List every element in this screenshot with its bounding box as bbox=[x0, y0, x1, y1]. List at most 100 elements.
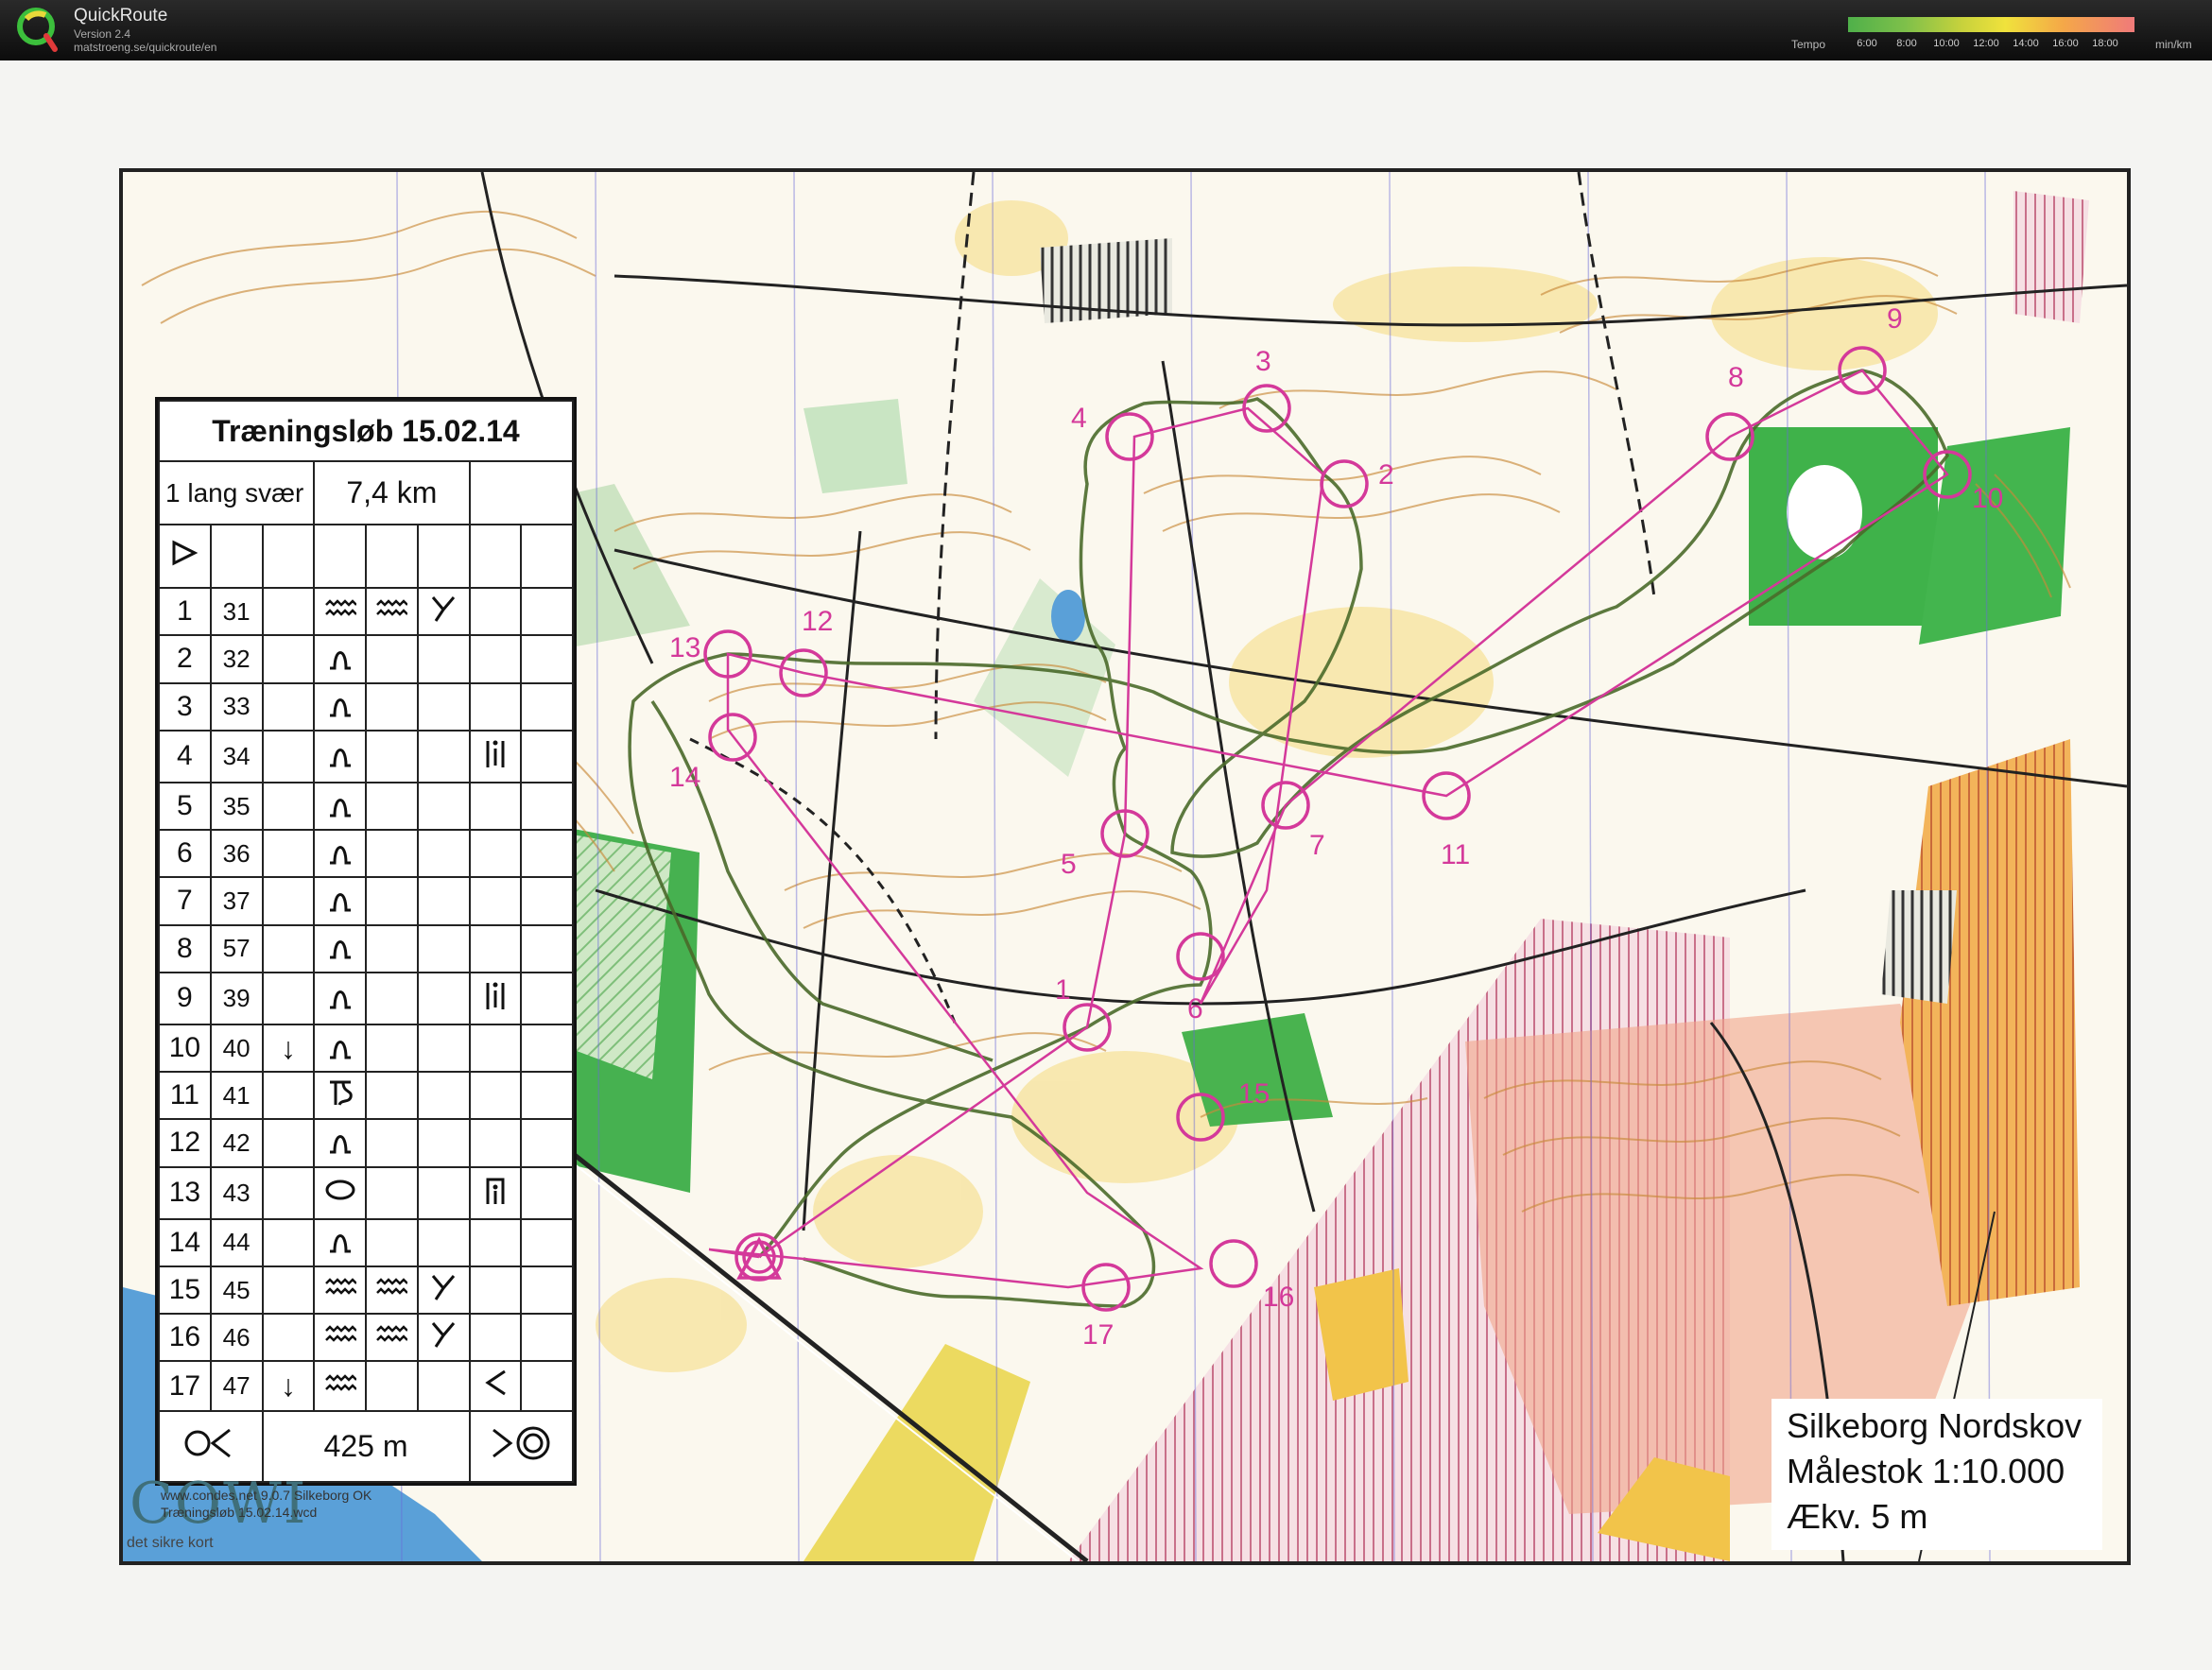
area-name: Silkeborg Nordskov bbox=[1787, 1406, 2082, 1445]
control-code: 57 bbox=[209, 923, 264, 973]
control-extra bbox=[520, 1313, 574, 1363]
control-number: 3 bbox=[158, 681, 212, 732]
control-row-13: 13 43 bbox=[158, 1165, 574, 1220]
control-direction bbox=[261, 829, 316, 879]
control-extra bbox=[520, 782, 574, 832]
control-extra bbox=[520, 876, 574, 926]
control-feature-3 bbox=[416, 1360, 471, 1413]
control-direction bbox=[261, 634, 316, 684]
control-extra bbox=[520, 1071, 574, 1121]
control-feature-3 bbox=[416, 1071, 471, 1121]
control-direction bbox=[261, 971, 316, 1026]
control-location bbox=[468, 681, 523, 732]
course-length: 7,4 km bbox=[313, 460, 471, 526]
control-direction bbox=[261, 1217, 316, 1268]
control-code: 44 bbox=[209, 1217, 264, 1268]
control-location bbox=[468, 1118, 523, 1168]
control-label-15: 15 bbox=[1238, 1078, 1270, 1110]
quickroute-header: QuickRoute Version 2.4 matstroeng.se/qui… bbox=[0, 0, 2212, 60]
fork-symbol-icon bbox=[416, 1265, 471, 1316]
oval-symbol-icon bbox=[313, 1165, 367, 1220]
control-label-9: 9 bbox=[1887, 303, 1903, 335]
control-direction bbox=[261, 1313, 316, 1363]
control-label-2: 2 bbox=[1378, 459, 1394, 491]
control-label-8: 8 bbox=[1728, 362, 1744, 393]
control-location bbox=[468, 1313, 523, 1363]
knoll-symbol-icon bbox=[313, 729, 367, 784]
knoll-symbol-icon bbox=[313, 876, 367, 926]
credit-line-1: www.condes.net 9.0.7 Silkeborg OK bbox=[161, 1488, 372, 1503]
control-code: 34 bbox=[209, 729, 264, 784]
app-title[interactable]: QuickRoute bbox=[74, 6, 167, 26]
control-code: 31 bbox=[209, 587, 264, 637]
control-extra bbox=[520, 587, 574, 637]
finish-circle-icon bbox=[468, 1410, 574, 1483]
wavy-symbol-icon bbox=[365, 587, 419, 637]
wavy-symbol-icon bbox=[313, 587, 367, 637]
control-feature-2 bbox=[365, 923, 419, 973]
control-feature-2 bbox=[365, 1071, 419, 1121]
control-label-4: 4 bbox=[1071, 403, 1087, 434]
control-number: 17 bbox=[158, 1360, 212, 1413]
control-code: 40 bbox=[209, 1024, 264, 1074]
wavy-symbol-icon bbox=[365, 1265, 419, 1316]
tempo-ticks: 6:00 8:00 10:00 12:00 14:00 16:00 18:00 bbox=[1848, 38, 2134, 51]
control-label-17: 17 bbox=[1082, 1319, 1114, 1351]
control-direction bbox=[261, 729, 316, 784]
control-feature-2 bbox=[365, 634, 419, 684]
knoll-symbol-icon bbox=[313, 1217, 367, 1268]
control-extra bbox=[520, 681, 574, 732]
control-extra bbox=[520, 829, 574, 879]
control-extra bbox=[520, 1265, 574, 1316]
control-number: 10 bbox=[158, 1024, 212, 1074]
control-feature-2 bbox=[365, 1360, 419, 1413]
knoll-symbol-icon bbox=[313, 1024, 367, 1074]
control-number: 4 bbox=[158, 729, 212, 784]
fork-symbol-icon bbox=[416, 587, 471, 637]
control-row-11: 11 41 bbox=[158, 1071, 574, 1121]
spur-symbol-icon bbox=[313, 1071, 367, 1121]
control-feature-2 bbox=[365, 1118, 419, 1168]
tempo-color-scale bbox=[1848, 17, 2134, 32]
control-direction bbox=[261, 923, 316, 973]
control-number: 13 bbox=[158, 1165, 212, 1220]
control-row-1: 1 31 bbox=[158, 587, 574, 637]
bar-symbol-icon bbox=[468, 971, 523, 1026]
control-direction bbox=[261, 681, 316, 732]
control-label-1: 1 bbox=[1055, 974, 1071, 1006]
control-feature-3 bbox=[416, 729, 471, 784]
wavy-symbol-icon bbox=[313, 1265, 367, 1316]
control-extra bbox=[520, 729, 574, 784]
control-code: 43 bbox=[209, 1165, 264, 1220]
control-direction: ↓ bbox=[261, 1360, 316, 1413]
control-extra bbox=[520, 1165, 574, 1220]
app-url[interactable]: matstroeng.se/quickroute/en bbox=[74, 41, 216, 54]
tempo-label: Tempo bbox=[1791, 38, 1826, 51]
control-row-6: 6 36 bbox=[158, 829, 574, 879]
control-label-16: 16 bbox=[1263, 1282, 1294, 1313]
map-scale: Målestok 1:10.000 bbox=[1787, 1452, 2065, 1490]
control-code: 45 bbox=[209, 1265, 264, 1316]
control-label-11: 11 bbox=[1441, 839, 1470, 870]
control-row-10: 10 40 ↓ bbox=[158, 1024, 574, 1074]
credit-line-2: Træningsløb 15.02.14.wcd bbox=[161, 1505, 318, 1520]
control-direction bbox=[261, 1165, 316, 1220]
wavy-symbol-icon bbox=[313, 1360, 367, 1413]
control-row-14: 14 44 bbox=[158, 1217, 574, 1268]
control-feature-2 bbox=[365, 1217, 419, 1268]
control-feature-3 bbox=[416, 1217, 471, 1268]
control-row-12: 12 42 bbox=[158, 1118, 574, 1168]
control-label-3: 3 bbox=[1255, 346, 1271, 377]
control-location bbox=[468, 587, 523, 637]
control-row-16: 16 46 bbox=[158, 1313, 574, 1363]
control-location bbox=[468, 876, 523, 926]
control-feature-2 bbox=[365, 729, 419, 784]
control-label-12: 12 bbox=[802, 606, 833, 637]
control-code: 32 bbox=[209, 634, 264, 684]
control-feature-3 bbox=[416, 782, 471, 832]
control-feature-2 bbox=[365, 1024, 419, 1074]
control-number: 9 bbox=[158, 971, 212, 1026]
knoll-symbol-icon bbox=[313, 1118, 367, 1168]
control-extra bbox=[520, 923, 574, 973]
tempo-tick: 8:00 bbox=[1896, 38, 1917, 49]
